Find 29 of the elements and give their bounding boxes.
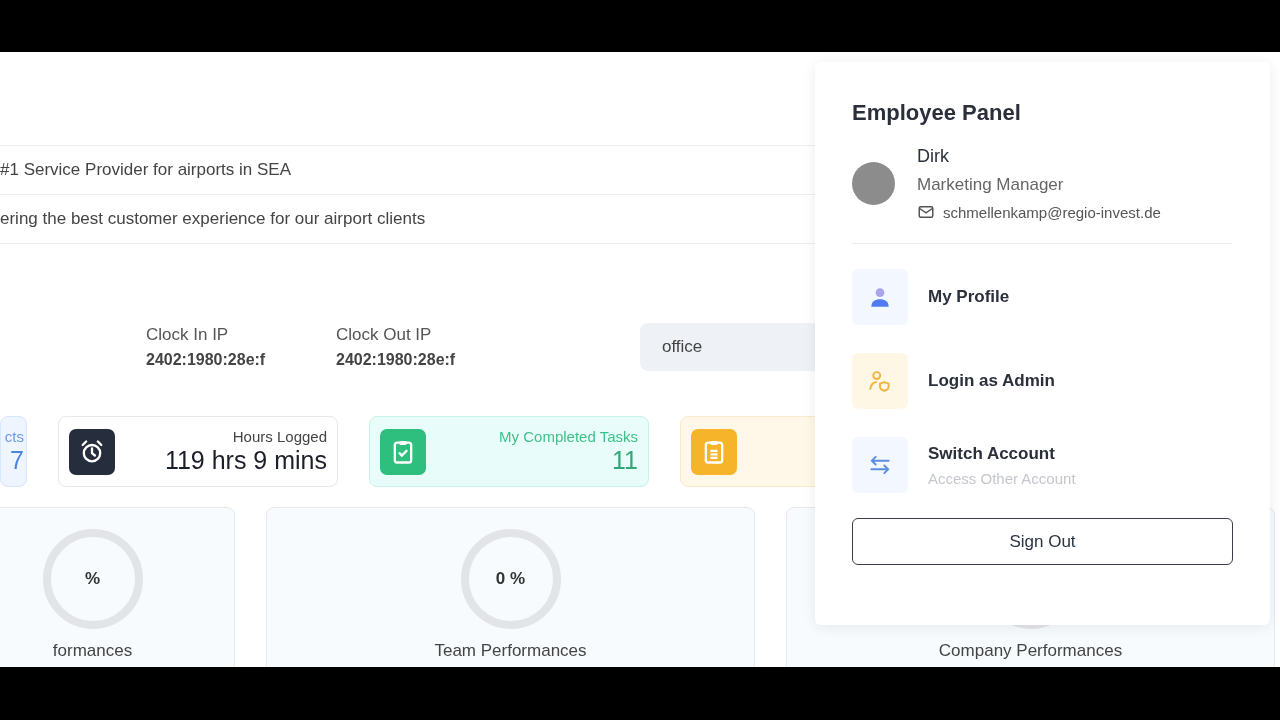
performance-label: formances	[52, 641, 133, 661]
menu-item[interactable]: Login as Admin	[852, 352, 1055, 410]
location-field[interactable]: office	[640, 323, 815, 371]
stat-value: 7	[10, 445, 24, 475]
stat-value: 11	[612, 445, 638, 475]
performance-reading: 0 %	[495, 569, 526, 589]
stat-label: cts	[4, 428, 24, 445]
stat-value: 119 hrs 9 mins	[164, 445, 327, 475]
performance-label: Team Performances	[434, 641, 587, 661]
avatar	[852, 162, 895, 205]
menu-item[interactable]: Switch Account Access Other Account	[852, 436, 1076, 494]
stat-label: Hours Logged	[232, 428, 327, 445]
clock-label: Clock Out IP	[336, 325, 433, 345]
performance-reading: %	[84, 569, 101, 589]
sign-out-button[interactable]: Sign Out	[852, 518, 1233, 565]
info-text: #1 Service Provider for airports in SEA	[0, 145, 815, 194]
employee-email: schmellenkamp@regio-invest.de	[943, 203, 1161, 221]
clock-value: 2402:1980:28e:f	[146, 351, 267, 369]
menu-item[interactable]: My Profile	[852, 268, 1010, 326]
clock-value: 2402:1980:28e:f	[336, 351, 457, 369]
stat-label: My Completed Tasks	[499, 428, 638, 445]
panel-title: Employee Panel	[852, 100, 1022, 126]
clock-label: Clock In IP	[146, 325, 230, 345]
employee-name: Dirk	[917, 146, 950, 167]
mail-icon	[917, 203, 935, 221]
employee-role: Marketing Manager	[917, 175, 1065, 195]
info-text: ering the best customer experience for our airport clients	[0, 194, 815, 244]
performance-label: Company Performances	[938, 641, 1123, 661]
user-shield-icon	[867, 368, 893, 394]
